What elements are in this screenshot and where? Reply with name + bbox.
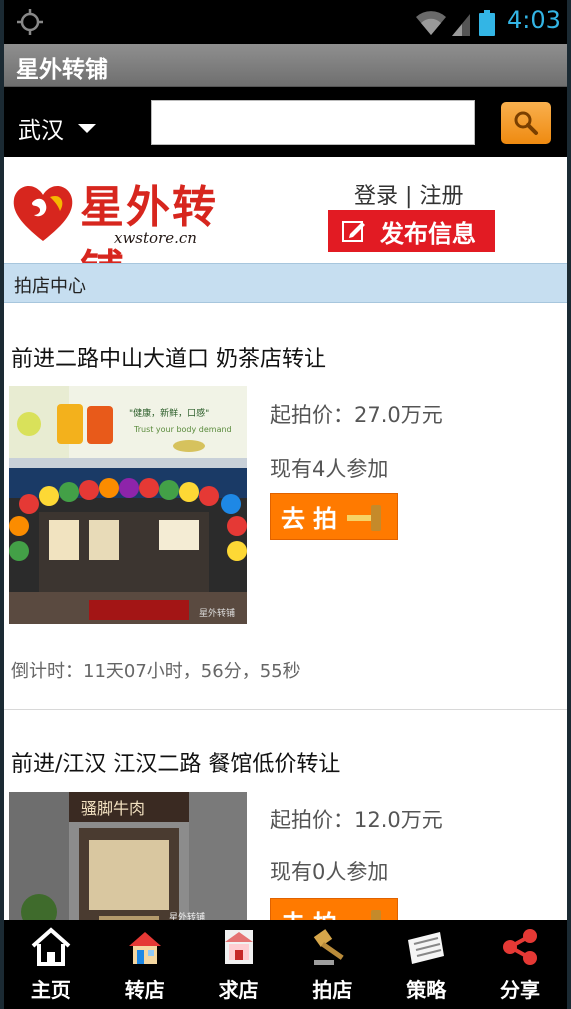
signal-icon [452, 14, 470, 36]
strategy-icon [408, 932, 445, 964]
edit-icon [342, 221, 365, 242]
wifi-icon [416, 11, 446, 35]
publish-label: 发布信息 [380, 219, 476, 248]
search-button[interactable] [501, 102, 551, 144]
transfer-shop-icon [128, 932, 161, 964]
section-title: 拍店中心 [14, 276, 86, 297]
title-bar: 星外转铺 [4, 44, 567, 87]
bid-button[interactable]: 去拍 [270, 493, 398, 540]
svg-text:"健康，新鲜，口感": "健康，新鲜，口感" [129, 407, 209, 419]
nav-home[interactable]: 主页 [4, 920, 98, 1009]
listing-photo[interactable]: "健康，新鲜，口感" Trust your body demand 星外转铺 [9, 386, 247, 624]
listing-title[interactable]: 前进/江汉 江汉二路 餐馆低价转让 [11, 746, 340, 778]
auth-separator: | [405, 184, 413, 209]
nav-seek-shop-label: 求店 [218, 978, 259, 1002]
nav-auction-shop-label: 拍店 [312, 978, 353, 1002]
listing-start-price: 起拍价：27.0万元 [270, 403, 443, 427]
share-icon [503, 929, 538, 965]
listing-countdown: 倒计时：11天07小时，56分，55秒 [11, 661, 301, 682]
auction-hammer-icon [314, 929, 345, 965]
listing-participants: 现有0人参加 [270, 860, 389, 884]
auth-links: 登录 | 注册 [354, 178, 463, 210]
listing-title[interactable]: 前进二路中山大道口 奶茶店转让 [11, 341, 326, 373]
publish-button[interactable]: 发布信息 [328, 210, 495, 252]
svg-text:骚脚牛肉: 骚脚牛肉 [81, 799, 145, 818]
svg-text:星外转铺: 星外转铺 [199, 607, 235, 619]
chevron-down-icon [78, 123, 96, 133]
login-link[interactable]: 登录 [354, 184, 398, 209]
svg-text:Trust your body demand: Trust your body demand [133, 425, 232, 434]
nav-home-label: 主页 [30, 978, 71, 1002]
search-input[interactable] [151, 100, 475, 145]
nav-share-label: 分享 [500, 978, 541, 1002]
logo-heart-icon [13, 185, 73, 241]
listing-participants: 现有4人参加 [270, 457, 389, 481]
register-link[interactable]: 注册 [419, 184, 463, 209]
bid-label: 去拍 [281, 505, 345, 533]
nav-strategy-label: 策略 [406, 978, 447, 1002]
listing-item[interactable]: 前进/江汉 江汉二路 餐馆低价转让 骚脚牛肉 星外转铺 起拍价：12.0万元 现… [4, 710, 567, 1009]
nav-transfer-shop-label: 转店 [124, 978, 165, 1002]
city-label: 武汉 [18, 118, 64, 144]
nav-seek-shop[interactable]: 求店 [192, 920, 286, 1009]
listing-item[interactable]: 前进二路中山大道口 奶茶店转让 "健康，新鲜，口感" Trust your bo… [4, 303, 567, 709]
seek-shop-icon [224, 930, 253, 964]
city-selector[interactable]: 武汉 [18, 111, 96, 145]
home-icon [31, 927, 71, 966]
search-bar: 武汉 [4, 87, 567, 157]
nav-share[interactable]: 分享 [473, 920, 567, 1009]
app-frame: 4:03 星外转铺 武汉 星外转铺 xwstore.cn 登录 | 注册 [4, 0, 567, 1009]
status-time: 4:03 [507, 6, 561, 34]
auction-hammer-icon [347, 504, 381, 531]
status-bar: 4:03 [4, 0, 567, 44]
nav-strategy[interactable]: 策略 [379, 920, 473, 1009]
section-header: 拍店中心 [4, 263, 567, 303]
bottom-navigation: 主页 转店 求店 拍店 策略 分享 [4, 920, 567, 1009]
search-icon [514, 111, 538, 135]
nav-auction-shop[interactable]: 拍店 [285, 920, 379, 1009]
battery-icon [479, 10, 495, 36]
milk-tea-shop-image: "健康，新鲜，口感" Trust your body demand 星外转铺 [9, 386, 247, 624]
app-title: 星外转铺 [16, 57, 108, 83]
gps-icon [17, 9, 43, 35]
listing-start-price: 起拍价：12.0万元 [270, 808, 443, 832]
logo-url: xwstore.cn [114, 229, 197, 247]
site-logo[interactable]: 星外转铺 xwstore.cn [10, 177, 250, 297]
nav-transfer-shop[interactable]: 转店 [98, 920, 192, 1009]
